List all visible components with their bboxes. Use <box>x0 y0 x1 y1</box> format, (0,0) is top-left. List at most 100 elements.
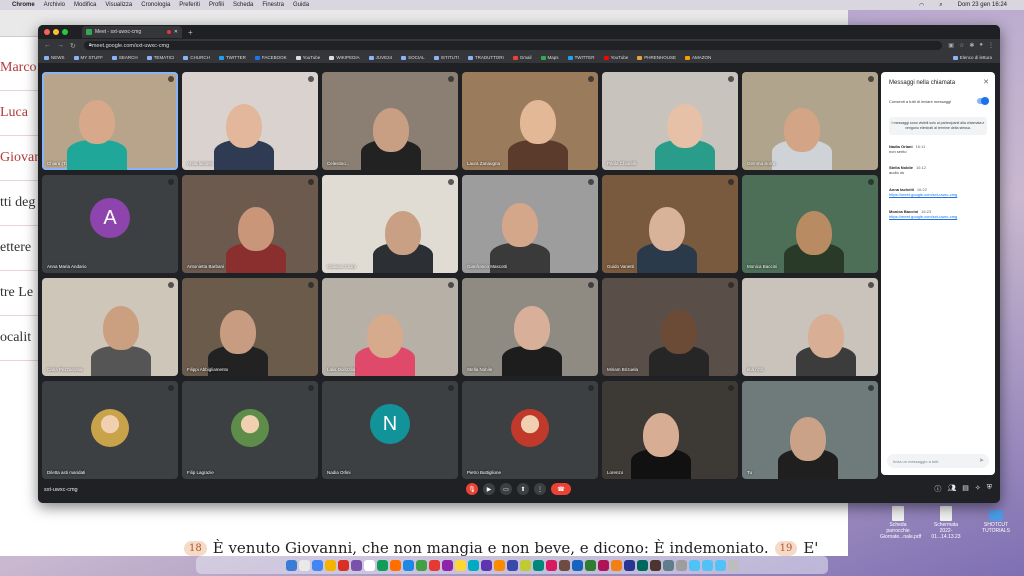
menu-app-name[interactable]: Chrome <box>12 2 35 8</box>
menu-scheda[interactable]: Scheda <box>233 2 253 8</box>
search-icon[interactable]: ⌕ <box>939 2 942 9</box>
menu-archivio[interactable]: Archivio <box>44 2 65 8</box>
camera-button[interactable]: ▶︎ <box>483 483 495 495</box>
app-icon[interactable] <box>402 559 414 571</box>
end-call-button[interactable]: ☎︎ <box>551 483 571 495</box>
app-icon[interactable] <box>324 559 336 571</box>
app-icon[interactable] <box>428 559 440 571</box>
bookmark-item[interactable]: Maps <box>540 55 559 60</box>
participant-tile[interactable]: Anna lacheiti <box>182 72 318 170</box>
chat-input[interactable]: Invia un messaggio a tutti ➤ <box>887 454 989 468</box>
minimize-window-icon[interactable] <box>53 29 59 35</box>
menu-preferiti[interactable]: Preferiti <box>179 2 200 8</box>
app-icon[interactable] <box>389 559 401 571</box>
host-controls-icon[interactable]: ⛨ <box>987 484 992 494</box>
folder-icon[interactable] <box>701 559 713 571</box>
app-icon[interactable] <box>415 559 427 571</box>
participant-tile[interactable]: Lorenzo <box>602 381 738 479</box>
reading-list[interactable]: Elenco di lettura <box>952 55 992 60</box>
participant-tile[interactable]: Paola Chiarelli <box>602 72 738 170</box>
participant-tile[interactable]: lina rizzi <box>742 278 878 376</box>
close-icon[interactable]: ✕ <box>983 78 989 86</box>
participant-tile[interactable]: Guido Vanetti <box>602 175 738 273</box>
participant-tile[interactable]: Diletta asti maridati <box>42 381 178 479</box>
app-icon[interactable] <box>493 559 505 571</box>
app-icon[interactable] <box>558 559 570 571</box>
allow-messages-toggle[interactable] <box>977 97 989 105</box>
participant-tile[interactable]: Gianfranco Mascotti <box>462 175 598 273</box>
app-icon[interactable] <box>597 559 609 571</box>
menu-clock[interactable]: Dom 23 gen 16:24 <box>958 2 1007 8</box>
bookmark-item[interactable]: AMAZON <box>685 55 711 60</box>
menu-guida[interactable]: Guida <box>293 2 309 8</box>
menu-cronologia[interactable]: Cronologia <box>141 2 170 8</box>
participant-tile[interactable]: Monica Baccini <box>742 175 878 273</box>
captions-button[interactable]: ▭ <box>500 483 512 495</box>
desktop-file-icon[interactable]: Scheda parrocchie Giornate...nale.pdf <box>880 506 921 540</box>
app-icon[interactable] <box>506 559 518 571</box>
forward-icon[interactable]: → <box>57 42 64 50</box>
participant-tile[interactable]: Stella Nobile <box>462 278 598 376</box>
chat-icon[interactable]: ▤ <box>962 484 969 494</box>
desktop-folder-icon[interactable]: SHOTCUT TUTORIALS <box>978 510 1014 534</box>
activities-icon[interactable]: ✧ <box>975 484 981 494</box>
back-icon[interactable]: ← <box>44 42 51 50</box>
close-window-icon[interactable] <box>44 29 50 35</box>
participant-tile[interactable]: Tu <box>742 381 878 479</box>
app-icon[interactable] <box>467 559 479 571</box>
finder-icon[interactable] <box>285 559 297 571</box>
participant-tile[interactable]: Lalia Dorizzila <box>322 278 458 376</box>
bookmark-item[interactable]: TWITTER <box>218 55 246 60</box>
trash-icon[interactable] <box>727 559 739 571</box>
zoom-window-icon[interactable] <box>62 29 68 35</box>
folder-icon[interactable] <box>714 559 726 571</box>
reload-icon[interactable]: ↻ <box>70 42 76 50</box>
participant-tile[interactable]: Miriam Brizuela <box>602 278 738 376</box>
close-tab-icon[interactable]: ✕ <box>174 29 178 35</box>
participant-tile[interactable]: Antonietta Barbani <box>182 175 318 273</box>
bookmark-item[interactable]: JUVE24 <box>368 55 392 60</box>
participant-tile[interactable]: Laura Zanaugna <box>462 72 598 170</box>
app-icon[interactable] <box>337 559 349 571</box>
app-icon[interactable] <box>480 559 492 571</box>
bookmark-item[interactable]: FACEBOOK <box>254 55 287 60</box>
bookmark-item[interactable]: SOCIAL <box>401 55 425 60</box>
app-icon[interactable] <box>662 559 674 571</box>
bookmark-item[interactable]: NEWS <box>44 55 65 60</box>
profile-icon[interactable]: ● <box>979 42 983 49</box>
desktop-file-icon[interactable]: Schermata 2022-01...14.13.23 <box>928 506 964 540</box>
url-field[interactable]: 🔒︎ meet.google.com/sxt-uwxc-cmg <box>83 41 943 50</box>
app-icon[interactable] <box>610 559 622 571</box>
participant-tile[interactable]: Giuliano Cicini <box>322 175 458 273</box>
camera-icon[interactable]: ▣ <box>948 42 954 49</box>
participant-tile[interactable]: Celestino... <box>322 72 458 170</box>
bookmark-item[interactable]: TEMATICI <box>146 55 174 60</box>
participant-tile[interactable]: Gemma Sorra <box>742 72 878 170</box>
tab-meet[interactable]: Meet - sxt-uwxc-cmg ✕ <box>82 26 182 38</box>
participant-tile[interactable]: Pietro Buttiglione <box>462 381 598 479</box>
extensions-icon[interactable]: ✱ <box>969 42 974 49</box>
participant-tile[interactable]: Filip Lagrazie <box>182 381 318 479</box>
participant-tile[interactable]: A Anna Maria Andario <box>42 175 178 273</box>
more-options-button[interactable]: ⋮ <box>534 483 546 495</box>
app-icon[interactable] <box>519 559 531 571</box>
menu-visualizza[interactable]: Visualizza <box>105 2 132 8</box>
send-icon[interactable]: ➤ <box>979 457 984 464</box>
app-icon[interactable] <box>545 559 557 571</box>
app-icon[interactable] <box>441 559 453 571</box>
app-icon[interactable] <box>675 559 687 571</box>
menu-modifica[interactable]: Modifica <box>74 2 96 8</box>
app-icon[interactable] <box>376 559 388 571</box>
participant-tile[interactable]: Filippi Abbigliamento <box>182 278 318 376</box>
mic-off-button[interactable]: 🎙︎ <box>466 483 478 495</box>
app-icon[interactable] <box>454 559 466 571</box>
bookmark-item[interactable]: YouTube <box>603 55 628 60</box>
app-icon[interactable] <box>350 559 362 571</box>
chat-link[interactable]: https://meet.google.com/sxt-uwxc-cmg <box>889 192 989 197</box>
new-tab-icon[interactable]: + <box>188 28 193 37</box>
bookmark-item[interactable]: MY STUFF <box>73 55 103 60</box>
folder-icon[interactable] <box>688 559 700 571</box>
app-icon[interactable] <box>571 559 583 571</box>
bookmark-item[interactable]: TRADUTTORI <box>467 55 504 60</box>
bookmark-item[interactable]: CHURCH <box>183 55 210 60</box>
